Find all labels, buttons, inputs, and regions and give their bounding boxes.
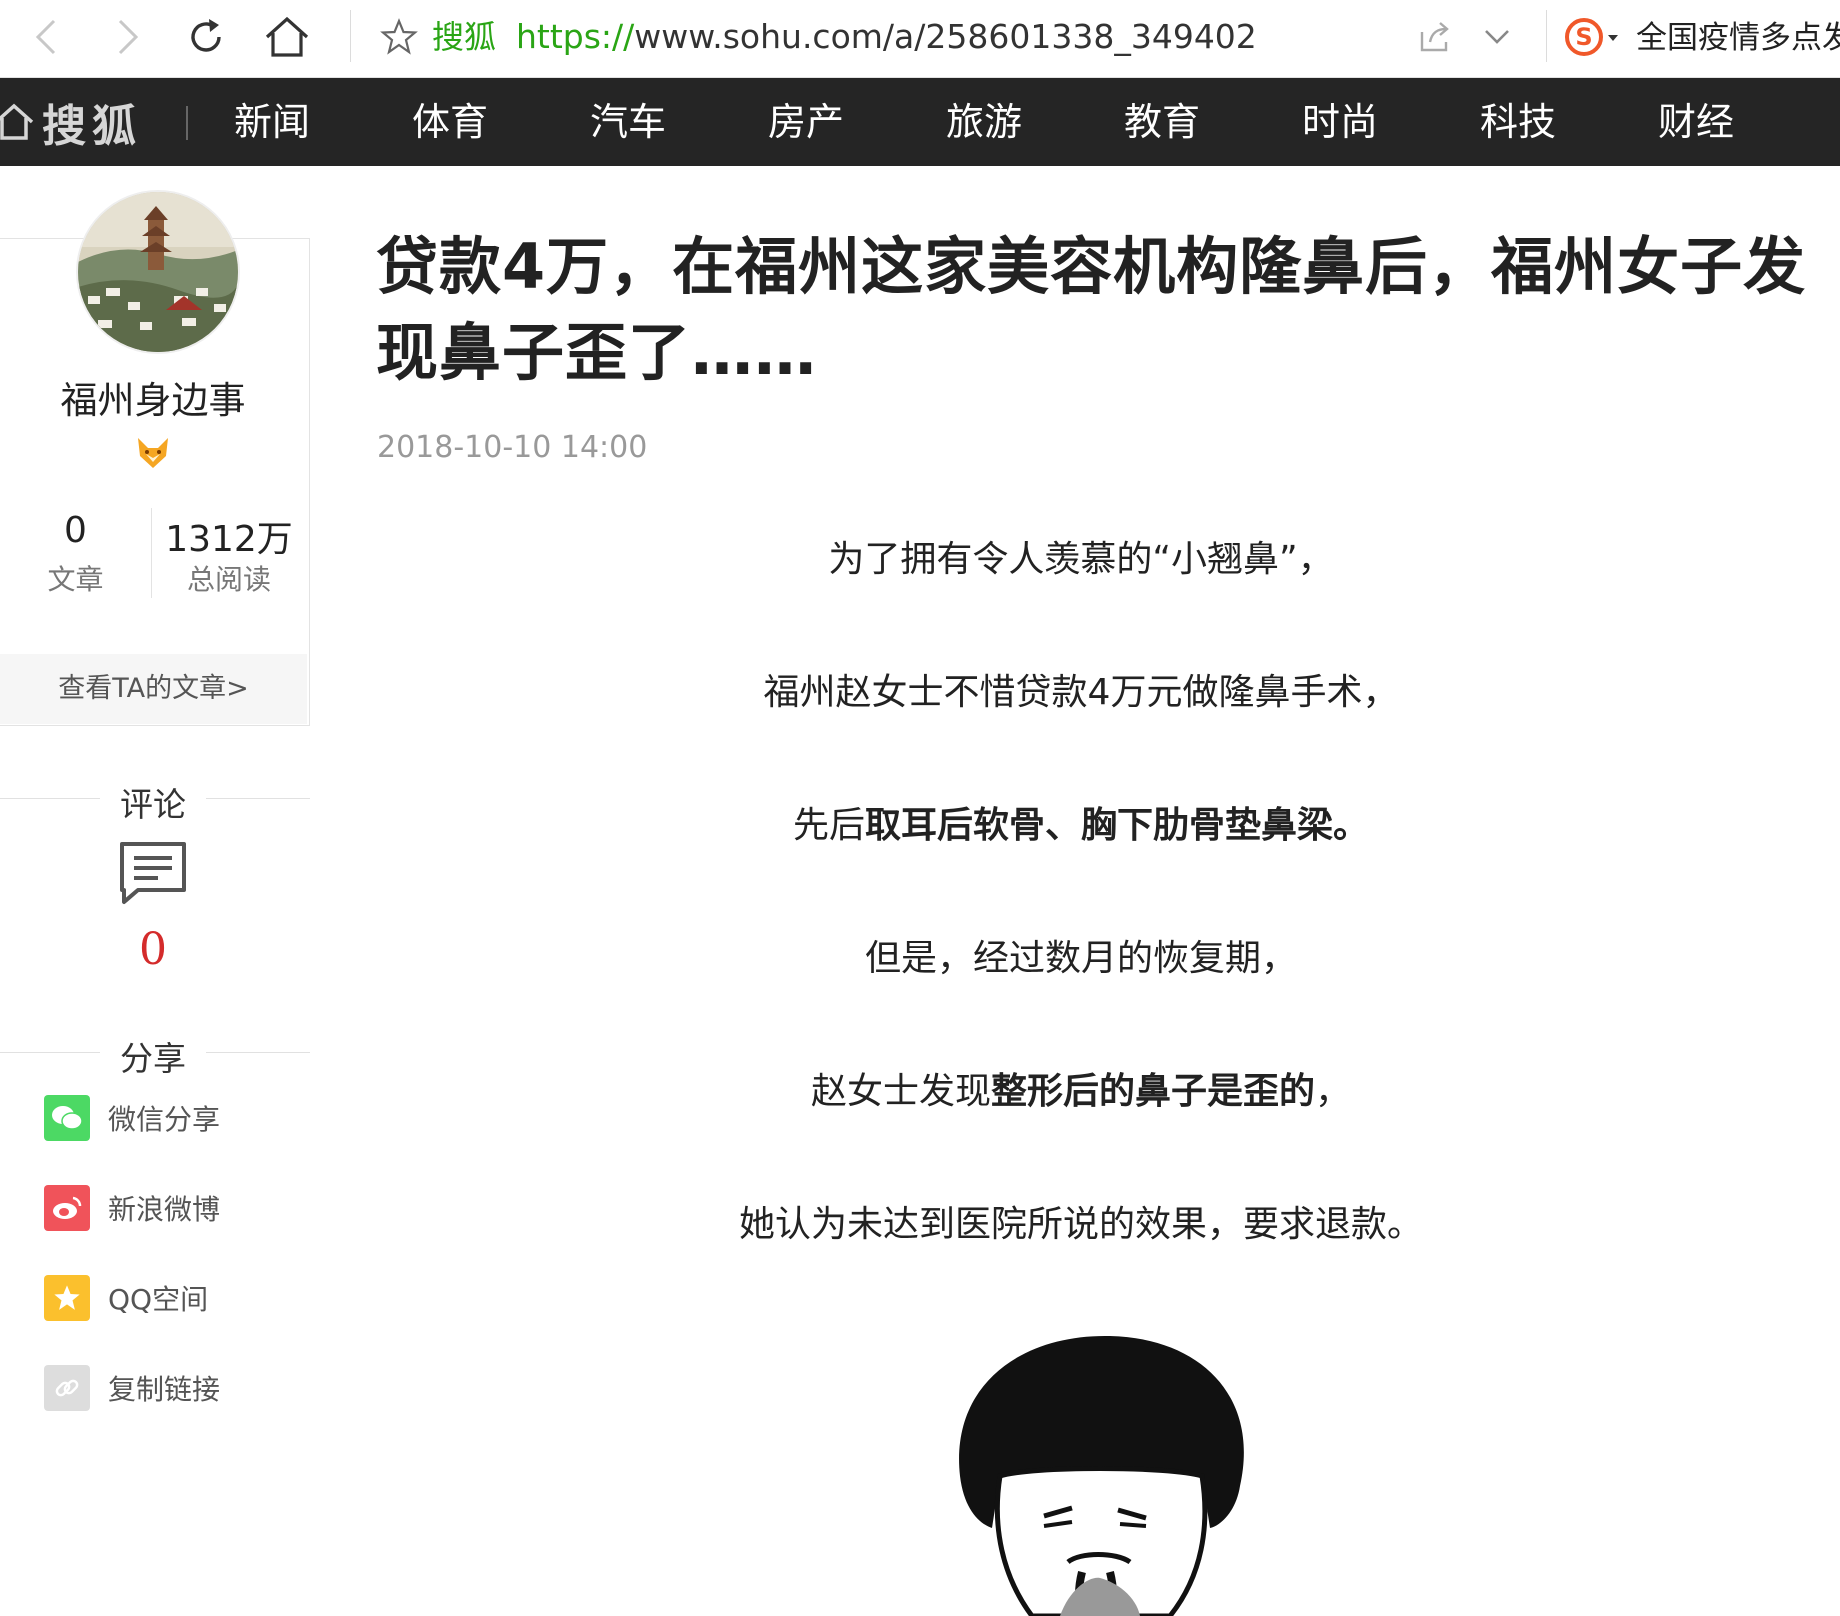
comment-count[interactable]: 0	[0, 924, 306, 975]
qzone-star-icon	[44, 1275, 90, 1321]
sohu-fox-badge-icon	[138, 438, 168, 468]
article-paragraph: 福州赵女士不惜贷款4万元做隆鼻手术，	[763, 672, 1399, 713]
article-paragraph: 先后取耳后软骨、胸下肋骨垫鼻梁。	[376, 796, 1786, 848]
share-page-button[interactable]	[1410, 12, 1460, 62]
weibo-icon	[44, 1185, 90, 1231]
nav-item-tech[interactable]: 科技	[1480, 78, 1556, 166]
address-bar[interactable]: https://www.sohu.com/a/258601338_349402	[516, 12, 1257, 62]
article-timestamp: 2018-10-10 14:00	[377, 430, 648, 465]
svg-text:S: S	[1575, 23, 1592, 51]
home-button[interactable]	[262, 12, 312, 62]
articles-label: 文章	[47, 563, 104, 596]
paragraph-bold-text: 取耳后软骨、胸下肋骨垫鼻梁。	[865, 805, 1370, 846]
paragraph-text: 赵女士发现	[810, 1071, 991, 1112]
back-button[interactable]	[22, 12, 72, 62]
news-ticker[interactable]: 全国疫情多点发	[1636, 14, 1840, 62]
toolbar-separator	[350, 10, 351, 62]
article-title: 贷款4万，在福州这家美容机构隆鼻后，福州女子发现鼻子歪了……	[376, 230, 1807, 389]
site-label: 搜狐	[432, 18, 497, 56]
sohu-logo[interactable]: 搜狐	[0, 78, 142, 166]
reads-label: 总阅读	[186, 563, 271, 596]
nav-item-finance[interactable]: 财经	[1658, 78, 1734, 166]
article-paragraph: 为了拥有令人羡慕的“小翘鼻”，	[828, 539, 1334, 580]
nav-item-realestate[interactable]: 房产	[768, 78, 844, 166]
site-navigation: 搜狐 新闻 体育 汽车 房产 旅游 教育 时尚 科技 财经	[0, 78, 1840, 166]
share-qzone[interactable]: QQ空间	[44, 1274, 208, 1322]
link-icon	[44, 1365, 90, 1411]
articles-count: 0	[64, 510, 87, 551]
copy-link[interactable]: 复制链接	[44, 1364, 220, 1412]
browser-toolbar: 搜狐 https://www.sohu.com/a/258601338_3494…	[0, 0, 1840, 78]
paragraph-text: ，	[1315, 1071, 1352, 1112]
nav-item-fashion[interactable]: 时尚	[1302, 78, 1378, 166]
forward-arrow-icon	[118, 19, 139, 55]
nav-item-sports[interactable]: 体育	[412, 78, 488, 166]
home-icon	[0, 103, 34, 140]
share-weibo-label: 新浪微博	[108, 1193, 221, 1226]
reload-icon	[191, 19, 221, 52]
nav-item-travel[interactable]: 旅游	[946, 78, 1022, 166]
logo-text: 搜狐	[42, 101, 142, 152]
share-qzone-label: QQ空间	[108, 1283, 209, 1316]
dropdown-button[interactable]	[1472, 12, 1522, 62]
nav-divider	[186, 106, 188, 140]
home-icon	[265, 16, 309, 57]
back-arrow-icon	[35, 19, 56, 55]
comment-icon[interactable]	[118, 840, 188, 906]
reads-count: 1312万	[165, 519, 293, 560]
author-name[interactable]: 福州身边事	[0, 370, 306, 424]
share-wechat-label: 微信分享	[108, 1103, 221, 1136]
paragraph-bold-text: 整形后的鼻子是歪的	[990, 1071, 1315, 1112]
article-paragraph: 但是，经过数月的恢复期，	[864, 938, 1297, 979]
toolbar-separator	[1546, 10, 1547, 62]
share-section-header: 分享	[0, 1032, 310, 1078]
article-paragraph: 赵女士发现整形后的鼻子是歪的，	[376, 1062, 1786, 1114]
share-heading: 分享	[120, 1039, 186, 1078]
url-protocol: https://	[516, 17, 635, 56]
star-icon	[380, 18, 418, 55]
bookmark-button[interactable]	[374, 12, 424, 62]
paragraph-text: 先后	[792, 805, 865, 846]
article-paragraph: 她认为未达到医院所说的效果，要求退款。	[738, 1204, 1423, 1245]
nav-item-auto[interactable]: 汽车	[590, 78, 666, 166]
comments-section-header: 评论	[0, 778, 310, 824]
wechat-icon	[44, 1095, 90, 1141]
nav-item-news[interactable]: 新闻	[234, 78, 310, 166]
sogou-logo-icon: S	[1565, 18, 1618, 56]
comments-heading: 评论	[120, 785, 186, 824]
sogou-extension-button[interactable]: S	[1558, 12, 1630, 62]
share-wechat[interactable]: 微信分享	[44, 1094, 220, 1142]
view-author-articles-link[interactable]: 查看TA的文章>	[0, 654, 307, 724]
chevron-down-icon	[1485, 30, 1509, 44]
copy-link-label: 复制链接	[108, 1373, 221, 1406]
share-weibo[interactable]: 新浪微博	[44, 1184, 220, 1232]
nav-item-education[interactable]: 教育	[1124, 78, 1200, 166]
author-avatar[interactable]	[76, 190, 240, 354]
share-out-icon	[1420, 22, 1449, 52]
forward-button[interactable]	[102, 12, 152, 62]
avatar-image	[78, 192, 238, 352]
reload-button[interactable]	[181, 12, 231, 62]
article-meme-image	[940, 1326, 1260, 1616]
url-path: www.sohu.com/a/258601338_349402	[634, 17, 1257, 56]
